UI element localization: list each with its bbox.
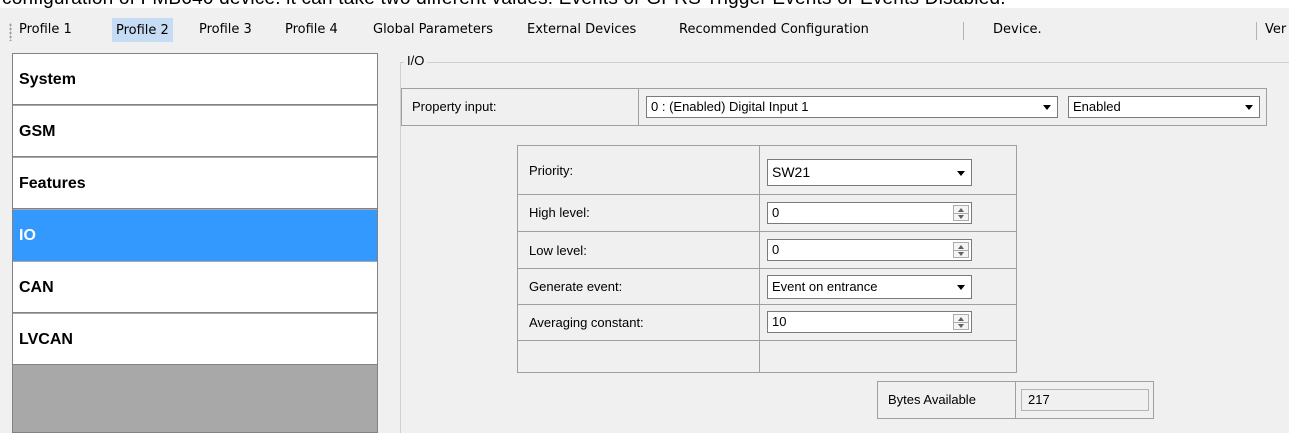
menu-separator <box>963 22 964 40</box>
description-text: configuration of FMB640 device: it can t… <box>2 0 1006 8</box>
chevron-down-icon <box>957 171 965 176</box>
chevron-down-icon <box>957 285 965 290</box>
low-level-label: Low level: <box>529 243 587 258</box>
sidebar-item-io[interactable]: IO <box>13 210 377 261</box>
menu-profile-4[interactable]: Profile 4 <box>282 18 341 42</box>
divider <box>1015 381 1016 419</box>
sidebar-item-can[interactable]: CAN <box>13 262 377 313</box>
low-level-value: 0 <box>772 242 780 257</box>
high-level-spinner[interactable]: 0 <box>767 202 972 224</box>
menu-profile-3[interactable]: Profile 3 <box>196 18 255 42</box>
averaging-constant-spinner[interactable]: 10 <box>767 311 972 333</box>
group-title: I/O <box>404 53 428 68</box>
sidebar-item-lvcan[interactable]: LVCAN <box>13 314 377 365</box>
divider <box>517 304 1017 305</box>
menu-recommended-configuration[interactable]: Recommended Configuration <box>676 18 872 42</box>
averaging-constant-label: Averaging constant: <box>529 315 644 330</box>
priority-label: Priority: <box>529 163 574 178</box>
high-level-label: High level: <box>529 205 590 220</box>
bytes-available-label: Bytes Available <box>888 392 976 407</box>
spinner-arrows-icon[interactable] <box>953 242 969 258</box>
priority-select[interactable]: SW21 <box>767 159 972 186</box>
generate-event-label: Generate event: <box>529 279 623 294</box>
menu-profile-1[interactable]: Profile 1 <box>16 18 75 42</box>
sidebar-item-system[interactable]: System <box>13 54 377 105</box>
menu-profile-2[interactable]: Profile 2 <box>112 18 173 42</box>
generate-event-value: Event on entrance <box>772 279 878 294</box>
spinner-arrows-icon[interactable] <box>953 314 969 330</box>
divider <box>517 268 1017 269</box>
divider <box>759 145 760 373</box>
chevron-down-icon <box>1245 105 1253 110</box>
spinner-arrows-icon[interactable] <box>953 205 969 221</box>
priority-value: SW21 <box>772 164 811 180</box>
property-input-label: Property input: <box>412 99 497 114</box>
low-level-spinner[interactable]: 0 <box>767 239 972 261</box>
property-input-value: 0 : (Enabled) Digital Input 1 <box>651 99 809 114</box>
generate-event-select[interactable]: Event on entrance <box>767 275 972 299</box>
divider <box>517 194 1017 195</box>
menu-separator <box>1256 22 1257 40</box>
chevron-down-icon <box>1043 105 1051 110</box>
sidebar-item-features[interactable]: Features <box>13 158 377 209</box>
high-level-value: 0 <box>772 205 780 220</box>
enabled-select[interactable]: Enabled <box>1068 96 1260 118</box>
truncated-description-text: configuration of FMB640 device: it can t… <box>0 0 1289 8</box>
divider <box>517 231 1017 232</box>
enabled-value: Enabled <box>1073 99 1121 114</box>
menu-version[interactable]: Ver <box>1262 18 1289 42</box>
averaging-constant-value: 10 <box>772 314 787 329</box>
menu-global-parameters[interactable]: Global Parameters <box>370 18 496 42</box>
menu-external-devices[interactable]: External Devices <box>524 18 639 42</box>
property-input-select[interactable]: 0 : (Enabled) Digital Input 1 <box>646 96 1058 118</box>
sidebar-item-gsm[interactable]: GSM <box>13 106 377 157</box>
menu-device[interactable]: Device. <box>990 18 1045 42</box>
profile-menu-bar: Profile 1 Profile 2 Profile 3 Profile 4 … <box>0 16 1289 46</box>
divider <box>517 340 1017 341</box>
toolbar-grip-icon[interactable] <box>9 23 12 41</box>
bytes-available-value: 217 <box>1021 389 1149 411</box>
settings-sidebar: System GSM Features IO CAN LVCAN <box>12 53 378 433</box>
divider <box>638 88 639 126</box>
